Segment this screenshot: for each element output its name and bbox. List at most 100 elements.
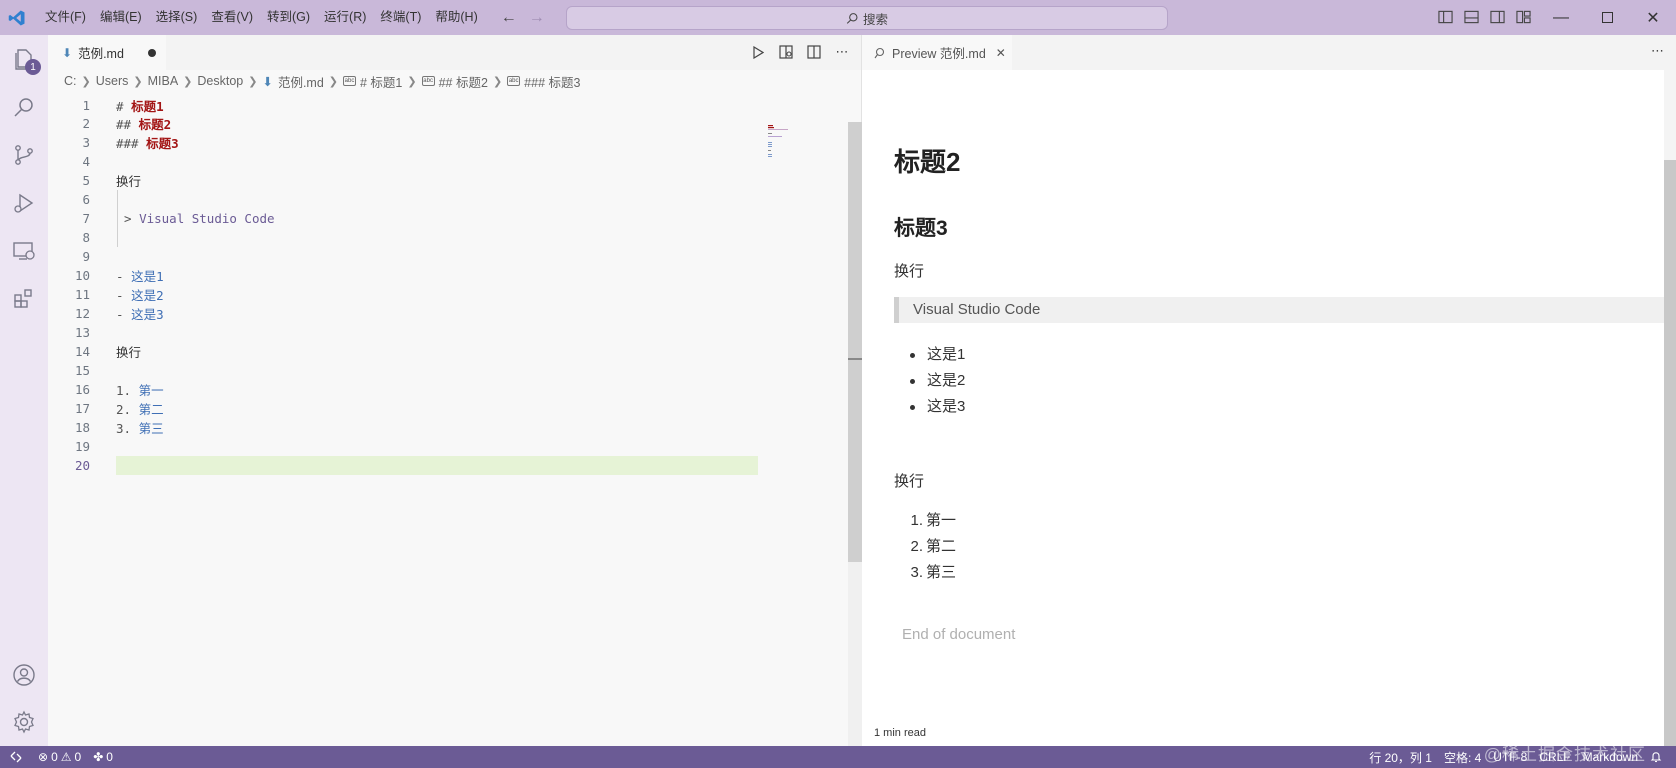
scrollbar-thumb[interactable] [1664,160,1676,746]
preview-scrollbar[interactable] [1664,70,1676,746]
chevron-right-icon: ❯ [492,75,503,88]
scrollbar-thumb[interactable] [848,122,862,562]
breadcrumb-user[interactable]: MIBA [148,74,179,88]
minimap[interactable] [768,123,818,173]
close-window-icon[interactable]: ✕ [1630,0,1676,35]
breadcrumb-symbol-2[interactable]: abc ## 标题2 [421,72,488,91]
code-line-current[interactable]: 20 [48,456,808,475]
cursor-position[interactable]: 行 20，列 1 [1363,746,1438,768]
tab-example-md[interactable]: ⬇ 范例.md [48,35,166,70]
menu-file[interactable]: 文件(F) [38,0,93,35]
run-debug-icon[interactable] [0,179,48,227]
menu-go[interactable]: 转到(G) [260,0,317,35]
code-line[interactable]: 9 [48,247,808,266]
code-line[interactable]: 12 - 这是3 [48,304,808,323]
menu-terminal[interactable]: 终端(T) [373,0,428,35]
preview-tab-label: Preview 范例.md [892,47,986,61]
code-line[interactable]: 10 - 这是1 [48,266,808,285]
notifications-bell-icon[interactable] [1644,746,1676,768]
broadcast-icon: ✤ [93,750,104,764]
split-editor-icon[interactable] [805,43,823,61]
code-line[interactable]: 1 # 标题1 [48,96,808,115]
code-line[interactable]: 11 - 这是2 [48,285,808,304]
toggle-primary-sidebar-icon[interactable] [1436,8,1454,26]
menu-run[interactable]: 运行(R) [317,0,373,35]
more-actions-icon[interactable]: ⋯ [833,43,851,61]
code-line[interactable]: 4 [48,152,808,171]
line-number: 10 [74,268,90,283]
line-number: 4 [82,154,90,169]
ports-count: 0 [106,750,113,764]
editor-group: ⬇ 范例.md ⋯ C: ❯ Users ❯ MIBA ❯ Desktop ❯ … [48,35,862,746]
code-line[interactable]: 3 ### 标题3 [48,133,808,152]
more-actions-icon[interactable]: ⋯ [1651,43,1664,59]
warning-icon: ⚠ [60,750,72,764]
code-line[interactable]: 8 [48,228,808,247]
menu-edit[interactable]: 编辑(E) [93,0,149,35]
list-text: 这是3 [131,307,164,322]
breadcrumb-file-label: 范例.md [277,75,324,90]
ports-status[interactable]: ✤ 0 [87,746,119,768]
code-editor[interactable]: 1 # 标题1 2 ## 标题2 3 ### 标题3 4 5 换行 6 7 > Visua… [48,92,848,746]
unsaved-dot-icon[interactable] [148,48,156,57]
code-line[interactable]: 18 3. 第三 [48,418,808,437]
chevron-right-icon: ❯ [248,75,258,88]
menu-help[interactable]: 帮助(H) [428,0,484,35]
tab-label: 范例.md [78,47,124,61]
remote-indicator-icon[interactable] [0,746,32,768]
menu-selection[interactable]: 选择(S) [149,0,205,35]
list-mark: - [116,307,132,322]
code-line[interactable]: 7 > Visual Studio Code [48,209,808,228]
code-line[interactable]: 19 [48,437,808,456]
title-bar: 文件(F) 编辑(E) 选择(S) 查看(V) 转到(G) 运行(R) 终端(T… [0,0,1676,35]
code-line[interactable]: 6 [48,190,808,209]
list-text: 第一 [138,383,164,398]
code-line[interactable]: 5 换行 [48,171,808,190]
error-icon: ⊗ [38,750,49,764]
code-line[interactable]: 15 [48,361,808,380]
breadcrumb-symbol-3[interactable]: abc ### 标题3 [507,72,580,91]
maximize-icon[interactable] [1584,0,1630,35]
back-arrow-icon[interactable]: ← [499,8,519,28]
list-text: 这是2 [131,288,164,303]
run-icon[interactable] [749,43,767,61]
error-count: 0 [51,750,58,764]
explorer-icon[interactable]: 1 [0,35,48,83]
open-preview-side-icon[interactable] [777,43,795,61]
forward-arrow-icon[interactable]: → [527,8,547,28]
accounts-icon[interactable] [0,651,48,699]
minimize-icon[interactable]: — [1538,0,1584,35]
breadcrumb-file[interactable]: ⬇ 范例.md [262,72,323,91]
settings-gear-icon[interactable] [0,698,48,746]
breadcrumb-users[interactable]: Users [96,74,129,88]
breadcrumb-symbol-1[interactable]: abc # 标题1 [343,72,402,91]
code-line[interactable]: 16 1. 第一 [48,380,808,399]
code-line[interactable]: 2 ## 标题2 [48,114,808,133]
breadcrumb-drive[interactable]: C: [64,74,77,88]
breadcrumb: C: ❯ Users ❯ MIBA ❯ Desktop ❯ ⬇ 范例.md ❯ a… [48,70,861,92]
code-line[interactable]: 14 换行 [48,342,808,361]
line-number: 9 [82,249,90,264]
list-text: 第二 [138,402,164,417]
code-line[interactable]: 17 2. 第二 [48,399,808,418]
extensions-icon[interactable] [0,275,48,323]
toggle-secondary-sidebar-icon[interactable] [1488,8,1506,26]
list-mark: 2. [116,402,139,417]
customize-layout-icon[interactable] [1514,8,1532,26]
indentation[interactable]: 空格: 4 [1438,746,1487,768]
breadcrumb-desktop[interactable]: Desktop [197,74,243,88]
editor-scrollbar[interactable] [848,122,862,746]
search-view-icon[interactable] [0,83,48,131]
search-label: 搜索 [862,12,888,27]
tab-preview[interactable]: Preview 范例.md ✕ [862,35,1012,70]
menu-view[interactable]: 查看(V) [204,0,260,35]
line-number: 15 [74,363,90,378]
toggle-panel-icon[interactable] [1462,8,1480,26]
code-line[interactable]: 13 [48,323,808,342]
command-center-search[interactable]: 搜索 [566,6,1168,30]
close-icon[interactable]: ✕ [996,46,1006,60]
end-of-document: End of document [902,626,1016,643]
problems-status[interactable]: ⊗ 0 ⚠ 0 [32,746,87,768]
remote-explorer-icon[interactable] [0,227,48,275]
source-control-icon[interactable] [0,131,48,179]
